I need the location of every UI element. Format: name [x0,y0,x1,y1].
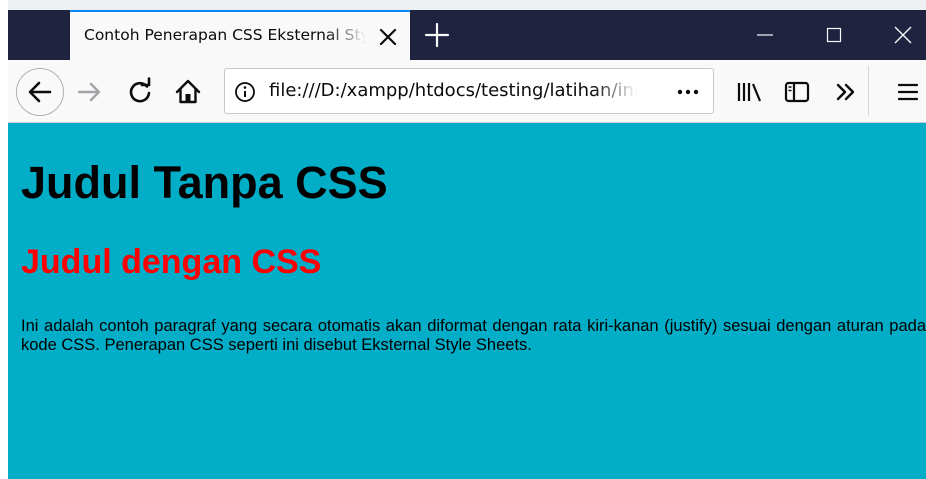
navigation-toolbar: file:///D:/xampp/htdocs/testing/latihan/… [8,60,926,123]
library-icon[interactable] [732,74,768,110]
justified-paragraph: Ini adalah contoh paragraf yang secara o… [21,317,926,354]
active-tab[interactable]: Contoh Penerapan CSS Eksternal Style She… [70,10,410,60]
maximize-icon[interactable] [799,10,869,60]
heading-styled: Judul dengan CSS [21,243,322,281]
back-arrow-icon[interactable] [16,68,64,116]
overflow-chevron-icon[interactable] [828,74,864,110]
plus-icon[interactable] [422,20,452,50]
menu-icon[interactable] [890,74,926,110]
page-content: Judul Tanpa CSS Judul dengan CSS Ini ada… [8,123,926,479]
sidebar-icon[interactable] [779,74,815,110]
close-icon[interactable] [376,25,400,49]
browser-window: Contoh Penerapan CSS Eksternal Style She… [0,0,926,479]
window-top-border [0,0,926,10]
window-left-edge [0,0,8,479]
heading-plain: Judul Tanpa CSS [21,157,388,208]
minimize-icon[interactable] [730,10,800,60]
close-icon[interactable] [868,10,926,60]
url-bar[interactable]: file:///D:/xampp/htdocs/testing/latihan/… [224,68,714,114]
home-icon[interactable] [170,74,206,110]
url-text[interactable]: file:///D:/xampp/htdocs/testing/latihan/… [269,80,637,104]
tab-bar: Contoh Penerapan CSS Eksternal Style She… [8,10,926,60]
page-actions-icon[interactable] [673,79,703,105]
info-icon[interactable] [233,80,257,104]
reload-icon[interactable] [122,74,158,110]
forward-arrow-icon[interactable] [72,74,108,110]
toolbar-separator [868,66,869,116]
tab-title: Contoh Penerapan CSS Eksternal Style She… [84,26,366,44]
